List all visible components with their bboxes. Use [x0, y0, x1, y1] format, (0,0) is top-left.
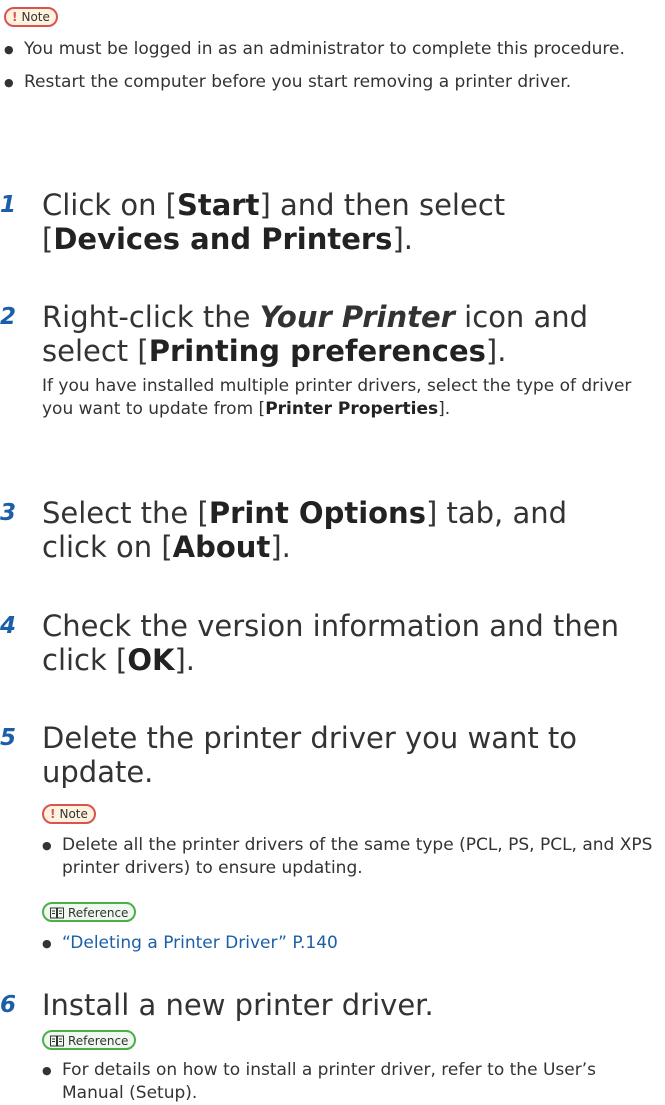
step-5-reference-list: “Deleting a Printer Driver” P.140 — [42, 932, 657, 955]
book-icon — [50, 907, 64, 918]
printer-name: Your Printer — [259, 300, 455, 334]
step-5-note-list: Delete all the printer drivers of the sa… — [42, 834, 657, 880]
book-icon — [50, 1035, 64, 1046]
step-number: 1 — [0, 192, 17, 218]
step-number: 5 — [0, 725, 17, 751]
step-title: Delete the printer driver you want to up… — [42, 721, 578, 789]
intro-note-item: Restart the computer before you start re… — [4, 71, 654, 94]
exclamation-icon: ! — [50, 807, 56, 821]
ui-term-devices-and-printers: Devices and Printers — [53, 222, 393, 256]
step-5-note-badge: ! Note — [42, 803, 96, 824]
page: ! Note You must be logged in as an admin… — [0, 0, 665, 1103]
step-number: 2 — [0, 304, 17, 330]
step-title: Click on [Start] and then select [Device… — [42, 188, 506, 256]
step-title: Right-click the Your Printer icon and se… — [42, 300, 589, 368]
intro-note-item: You must be logged in as an administrato… — [4, 38, 654, 61]
step-title: Install a new printer driver. — [42, 988, 434, 1022]
intro-note-list: You must be logged in as an administrato… — [4, 38, 654, 94]
step-title: Check the version information and then c… — [42, 609, 620, 677]
ui-term-about: About — [172, 530, 271, 564]
ui-term-printer-properties: Printer Properties — [265, 399, 439, 419]
step-6-reference-list: For details on how to install a printer … — [42, 1059, 657, 1105]
exclamation-icon: ! — [12, 10, 18, 24]
reference-link[interactable]: “Deleting a Printer Driver” P.140 — [62, 933, 338, 953]
step-6-reference-badge: Reference — [42, 1030, 137, 1051]
note-item: Delete all the printer drivers of the sa… — [42, 834, 657, 880]
reference-item: For details on how to install a printer … — [42, 1059, 657, 1105]
ui-term-printing-preferences: Printing preferences — [148, 334, 486, 368]
step-title: Select the [Print Options] tab, and clic… — [42, 496, 568, 564]
step-number: 3 — [0, 500, 17, 526]
step-body: If you have installed multiple printer d… — [42, 376, 632, 419]
note-label: Note — [21, 10, 50, 24]
step-number: 4 — [0, 613, 17, 639]
reference-item: “Deleting a Printer Driver” P.140 — [42, 932, 657, 955]
ui-term-print-options: Print Options — [208, 496, 426, 530]
intro-note-badge: ! Note — [4, 6, 58, 27]
step-5-reference-badge: Reference — [42, 902, 137, 923]
ui-term-start: Start — [176, 188, 260, 222]
step-number: 6 — [0, 992, 17, 1018]
ui-term-ok: OK — [127, 643, 175, 677]
